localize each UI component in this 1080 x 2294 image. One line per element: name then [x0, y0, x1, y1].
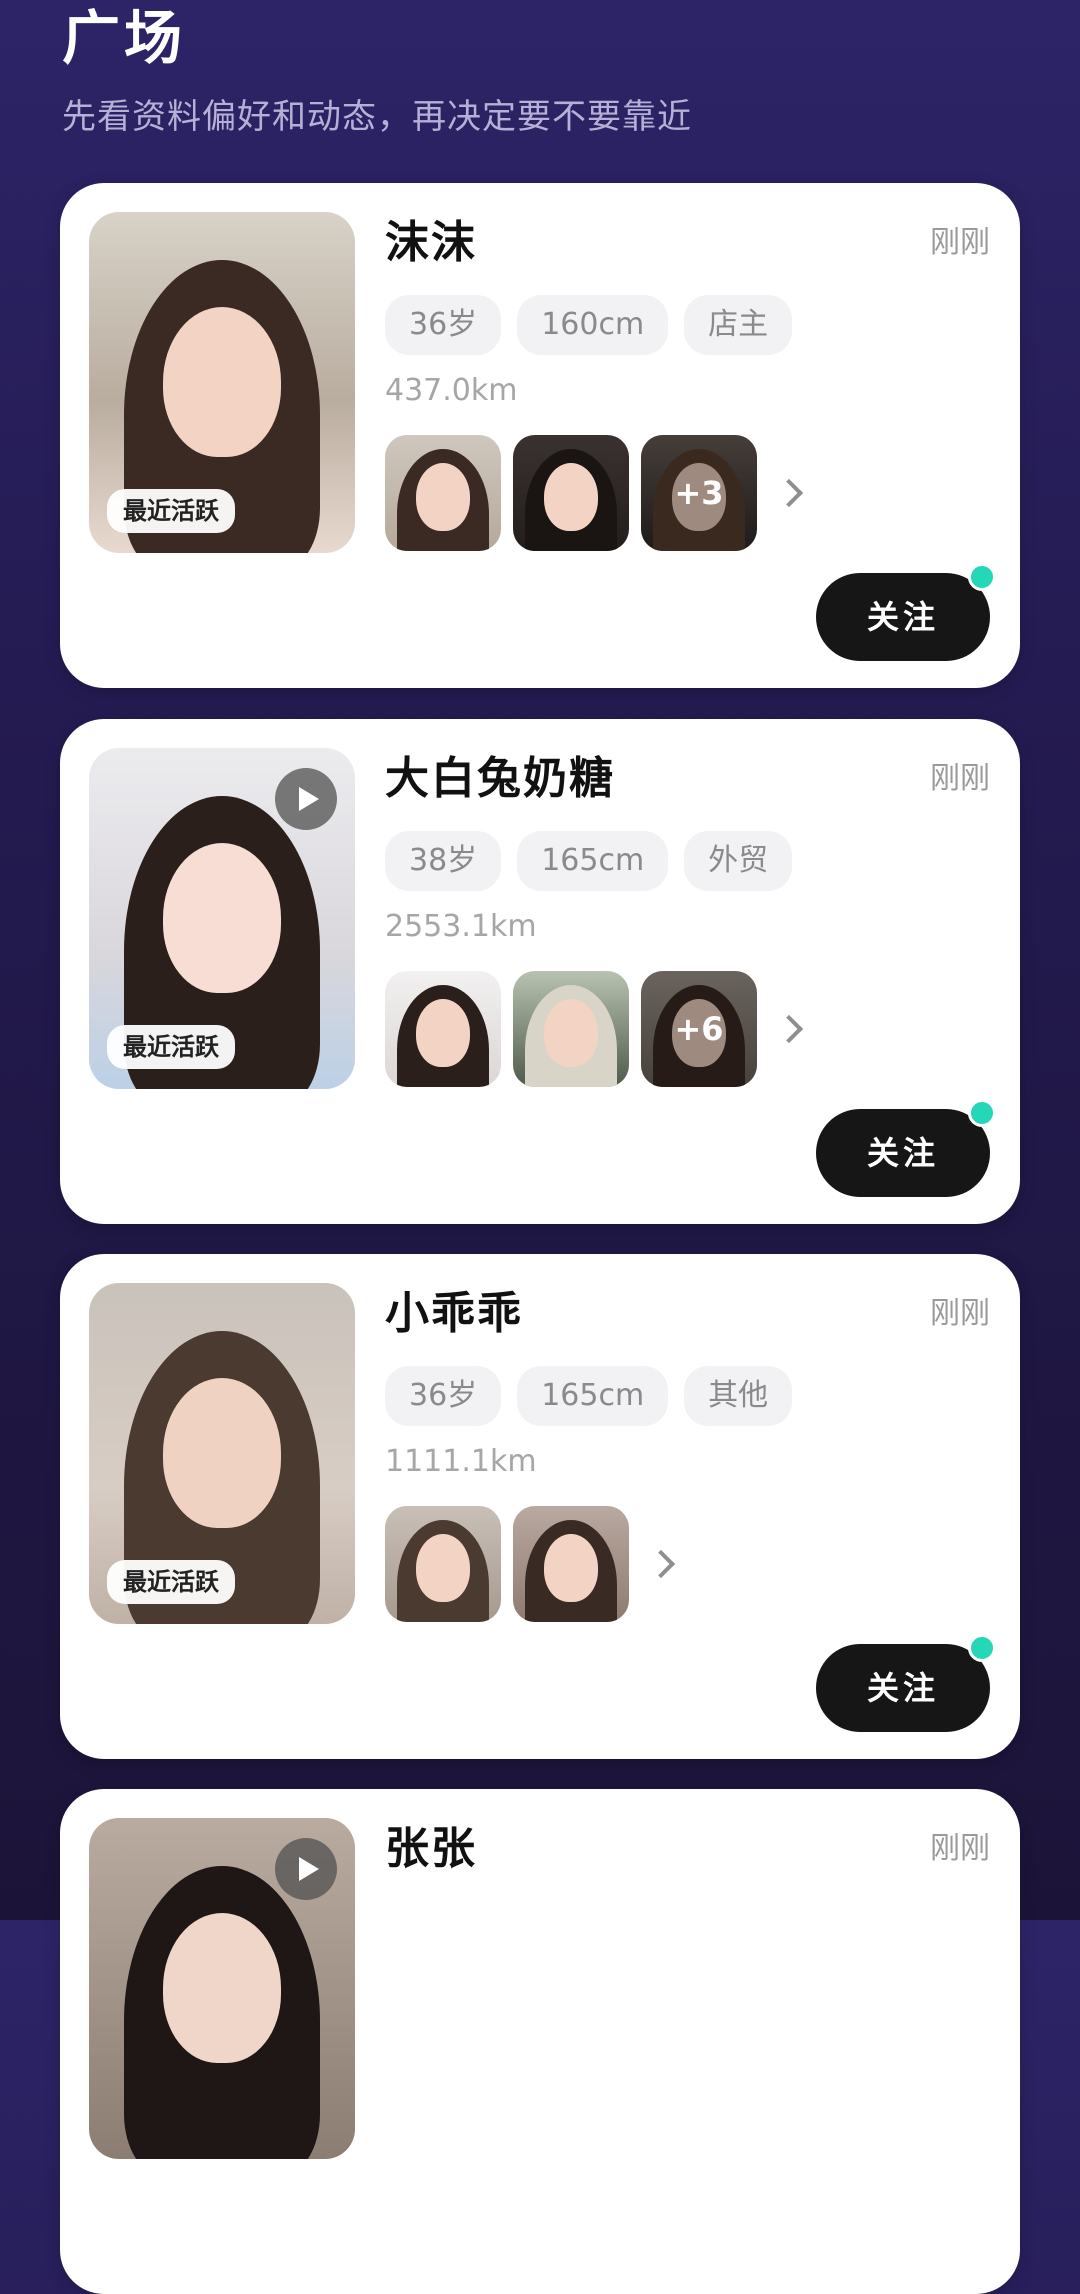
photo-thumbnail[interactable]: +6 — [641, 971, 757, 1087]
profile-photo[interactable]: 最近活跃 — [89, 1283, 355, 1624]
profile-tags: 36岁 160cm 店主 — [385, 295, 793, 355]
tag-age: 36岁 — [385, 295, 502, 355]
active-time: 刚刚 — [930, 225, 990, 260]
profile-tags: 38岁 165cm 外贸 — [385, 831, 793, 891]
photo-thumbnail[interactable]: +3 — [641, 435, 757, 551]
profile-name: 张张 — [385, 1823, 477, 1874]
photo-thumbnails — [385, 1506, 681, 1622]
active-time: 刚刚 — [930, 1296, 990, 1331]
profile-card[interactable]: 最近活跃 小乖乖 刚刚 36岁 165cm 其他 1111.1km 关注 — [60, 1254, 1020, 1759]
more-photos-count: +3 — [641, 435, 757, 551]
follow-button[interactable]: 关注 — [816, 573, 990, 661]
active-time: 刚刚 — [930, 1831, 990, 1866]
tag-height: 165cm — [517, 831, 669, 891]
photo-thumbnails: +3 — [385, 435, 809, 551]
follow-button[interactable]: 关注 — [816, 1644, 990, 1732]
profile-name: 沫沫 — [385, 217, 477, 268]
profile-photo[interactable] — [89, 1818, 355, 2159]
photo-thumbnail[interactable] — [513, 435, 629, 551]
play-icon[interactable] — [275, 1838, 337, 1900]
profile-tags: 36岁 165cm 其他 — [385, 1366, 793, 1426]
tag-occupation: 外贸 — [684, 831, 793, 891]
tag-occupation: 其他 — [684, 1366, 793, 1426]
follow-button[interactable]: 关注 — [816, 1109, 990, 1197]
photo-thumbnail[interactable] — [385, 1506, 501, 1622]
online-dot-icon — [968, 1099, 996, 1127]
profile-name: 小乖乖 — [385, 1288, 523, 1339]
tag-occupation: 店主 — [684, 295, 793, 355]
photo-thumbnail[interactable] — [513, 971, 629, 1087]
profile-card[interactable]: 最近活跃 大白兔奶糖 刚刚 38岁 165cm 外贸 2553.1km +6 关… — [60, 719, 1020, 1224]
chevron-right-icon[interactable] — [769, 435, 809, 551]
play-icon[interactable] — [275, 768, 337, 830]
chevron-right-icon[interactable] — [641, 1506, 681, 1622]
tag-height: 165cm — [517, 1366, 669, 1426]
tag-age: 38岁 — [385, 831, 502, 891]
active-time: 刚刚 — [930, 761, 990, 796]
distance-text: 1111.1km — [385, 1444, 537, 1479]
more-photos-count: +6 — [641, 971, 757, 1087]
recent-active-badge: 最近活跃 — [107, 489, 235, 533]
tag-age: 36岁 — [385, 1366, 502, 1426]
chevron-right-icon[interactable] — [769, 971, 809, 1087]
photo-thumbnail[interactable] — [385, 435, 501, 551]
distance-text: 437.0km — [385, 373, 518, 408]
profile-card[interactable]: 张张 刚刚 — [60, 1789, 1020, 2294]
profile-photo[interactable]: 最近活跃 — [89, 748, 355, 1089]
photo-thumbnails: +6 — [385, 971, 809, 1087]
tag-height: 160cm — [517, 295, 669, 355]
page-subtitle: 先看资料偏好和动态，再决定要不要靠近 — [62, 97, 692, 137]
recent-active-badge: 最近活跃 — [107, 1025, 235, 1069]
photo-thumbnail[interactable] — [513, 1506, 629, 1622]
profile-name: 大白兔奶糖 — [385, 753, 615, 804]
photo-thumbnail[interactable] — [385, 971, 501, 1087]
profile-card[interactable]: 最近活跃 沫沫 刚刚 36岁 160cm 店主 437.0km +3 关注 — [60, 183, 1020, 688]
online-dot-icon — [968, 563, 996, 591]
recent-active-badge: 最近活跃 — [107, 1560, 235, 1604]
page-title: 广场 — [62, 4, 187, 72]
distance-text: 2553.1km — [385, 909, 537, 944]
online-dot-icon — [968, 1634, 996, 1662]
profile-photo[interactable]: 最近活跃 — [89, 212, 355, 553]
